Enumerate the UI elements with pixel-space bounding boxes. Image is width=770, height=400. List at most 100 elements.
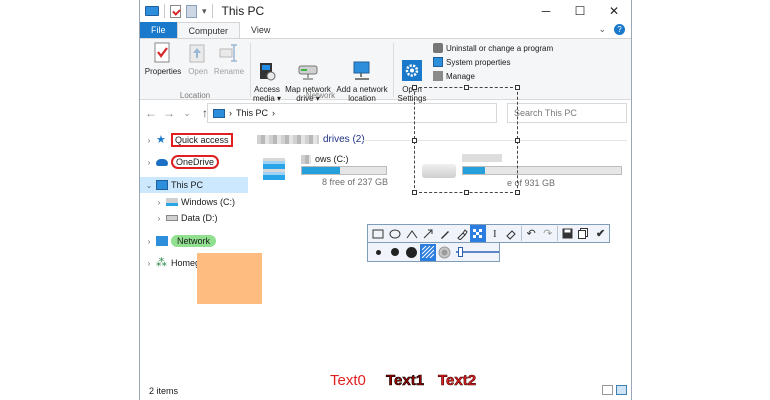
tiles-view-icon[interactable] — [616, 385, 627, 395]
minimize-button[interactable]: ─ — [529, 0, 563, 22]
resize-handle[interactable] — [515, 85, 520, 90]
resize-handle[interactable] — [515, 138, 520, 143]
drive-icon — [166, 198, 178, 206]
expand-chevron-icon[interactable]: › — [144, 237, 154, 246]
tab-computer[interactable]: Computer — [176, 22, 241, 38]
toolbar-divider — [557, 226, 559, 241]
nav-item-quick-access[interactable]: › ★ Quick access — [140, 132, 248, 148]
properties-button[interactable]: Properties — [144, 41, 182, 76]
divider — [164, 4, 165, 18]
nav-item-network[interactable]: › Network — [140, 233, 248, 249]
resize-handle[interactable] — [515, 190, 520, 195]
customize-chevron-down-icon[interactable]: ▾ — [202, 6, 207, 17]
window-controls: ─ ☐ ✕ — [529, 0, 631, 22]
new-folder-icon[interactable] — [186, 4, 197, 18]
tab-file[interactable]: File — [140, 22, 177, 38]
resize-handle[interactable] — [412, 85, 417, 90]
recent-chevron-down-icon[interactable]: ⌄ — [180, 108, 194, 119]
explorer-window: ▾ This PC ─ ☐ ✕ File Computer View ⌄ ? P… — [139, 0, 632, 400]
save-icon[interactable] — [559, 225, 576, 242]
open-label: Open — [188, 67, 208, 76]
breadcrumb-this-pc[interactable]: This PC — [236, 108, 268, 118]
details-view-icon[interactable] — [602, 385, 613, 395]
expand-chevron-icon[interactable]: › — [154, 198, 164, 207]
breadcrumb-separator: › — [229, 108, 232, 118]
expand-chevron-icon[interactable]: › — [154, 214, 164, 223]
text-tool-icon[interactable]: I — [486, 225, 503, 242]
back-arrow-icon[interactable]: ← — [144, 106, 158, 120]
brush-size-large-icon[interactable] — [403, 244, 420, 261]
properties-icon — [152, 41, 174, 65]
expand-chevron-icon[interactable]: › — [144, 136, 154, 145]
ellipse-tool-icon[interactable] — [387, 225, 404, 242]
expand-chevron-icon[interactable]: › — [144, 158, 154, 167]
uninstall-program-button[interactable]: Uninstall or change a program — [433, 43, 553, 53]
section-title: drives (2) — [323, 134, 365, 145]
manage-label: Manage — [446, 71, 475, 81]
section-header[interactable]: drives (2) — [257, 134, 365, 145]
search-input[interactable]: Search This PC — [507, 103, 627, 123]
expand-chevron-icon[interactable]: › — [144, 259, 154, 268]
arrow-tool-icon[interactable] — [420, 225, 437, 242]
done-check-icon[interactable]: ✔ — [592, 225, 609, 242]
this-pc-icon[interactable] — [145, 6, 159, 16]
group-divider — [393, 43, 394, 97]
rectangle-tool-icon[interactable] — [370, 225, 387, 242]
open-button[interactable]: Open — [186, 41, 210, 76]
ribbon-expand-chevron-icon[interactable]: ⌄ — [598, 24, 606, 35]
nav-item-label: This PC — [171, 180, 204, 190]
blur-pattern-icon[interactable] — [419, 243, 437, 261]
brush-size-medium-icon[interactable] — [387, 244, 404, 261]
resize-handle[interactable] — [464, 85, 469, 90]
drive-tile-c[interactable]: ows (C:) 8 free of 237 GB — [257, 154, 389, 187]
blur-tool-icon[interactable] — [469, 225, 487, 242]
slider-knob[interactable] — [458, 247, 464, 257]
nav-item-data-d[interactable]: › Data (D:) — [150, 210, 248, 226]
brush-size-small-icon[interactable] — [370, 244, 387, 261]
text-annotation-2[interactable]: Text2 — [438, 372, 477, 390]
collapse-chevron-icon[interactable]: ⌄ — [144, 181, 154, 190]
resize-handle[interactable] — [412, 190, 417, 195]
close-button[interactable]: ✕ — [597, 0, 631, 22]
blur-radius-icon — [436, 244, 453, 261]
pencil-tool-icon[interactable] — [437, 225, 454, 242]
group-label-network: Network — [305, 91, 336, 100]
maximize-button[interactable]: ☐ — [563, 0, 597, 22]
drive-c-usage-fill — [302, 167, 340, 174]
help-icon[interactable]: ? — [614, 24, 625, 35]
text-annotation-0[interactable]: Text0 — [330, 372, 366, 389]
capture-selection-rectangle[interactable] — [412, 85, 520, 195]
tab-view[interactable]: View — [240, 22, 281, 38]
nav-item-label: OneDrive — [171, 155, 220, 169]
divider — [211, 4, 213, 18]
system-properties-button[interactable]: System properties — [433, 57, 510, 67]
brush-settings-toolbar — [367, 243, 500, 262]
resize-handle[interactable] — [464, 190, 469, 195]
properties-icon[interactable] — [170, 4, 181, 18]
homegroup-icon: ⁂ — [156, 257, 167, 269]
eraser-tool-icon[interactable] — [503, 225, 520, 242]
nav-item-label: Quick access — [171, 133, 233, 147]
text-annotation-1[interactable]: Text1 — [386, 372, 425, 390]
pixelated-region — [301, 154, 311, 164]
network-location-icon — [351, 50, 373, 80]
blur-strength-slider[interactable] — [456, 247, 500, 257]
nav-item-windows-c[interactable]: › Windows (C:) — [150, 194, 248, 210]
line-tool-icon[interactable] — [403, 225, 420, 242]
forward-arrow-icon[interactable]: → — [162, 106, 176, 120]
undo-icon[interactable]: ↶ — [523, 225, 540, 242]
drive-c-free: 8 free of 237 GB — [322, 177, 389, 187]
nav-item-this-pc[interactable]: ⌄ This PC — [140, 177, 248, 193]
copy-icon[interactable] — [576, 225, 593, 242]
rename-button[interactable]: Rename — [212, 41, 246, 76]
nav-item-label: Data (D:) — [181, 213, 218, 223]
open-icon — [187, 41, 209, 65]
redo-icon[interactable]: ↷ — [539, 225, 556, 242]
marker-tool-icon[interactable] — [453, 225, 470, 242]
rename-label: Rename — [213, 67, 245, 76]
manage-button[interactable]: Manage — [433, 71, 475, 81]
nav-item-onedrive[interactable]: › OneDrive — [140, 154, 248, 170]
windows-drive-icon — [263, 158, 285, 180]
nav-item-label: Windows (C:) — [181, 197, 236, 207]
resize-handle[interactable] — [412, 138, 417, 143]
